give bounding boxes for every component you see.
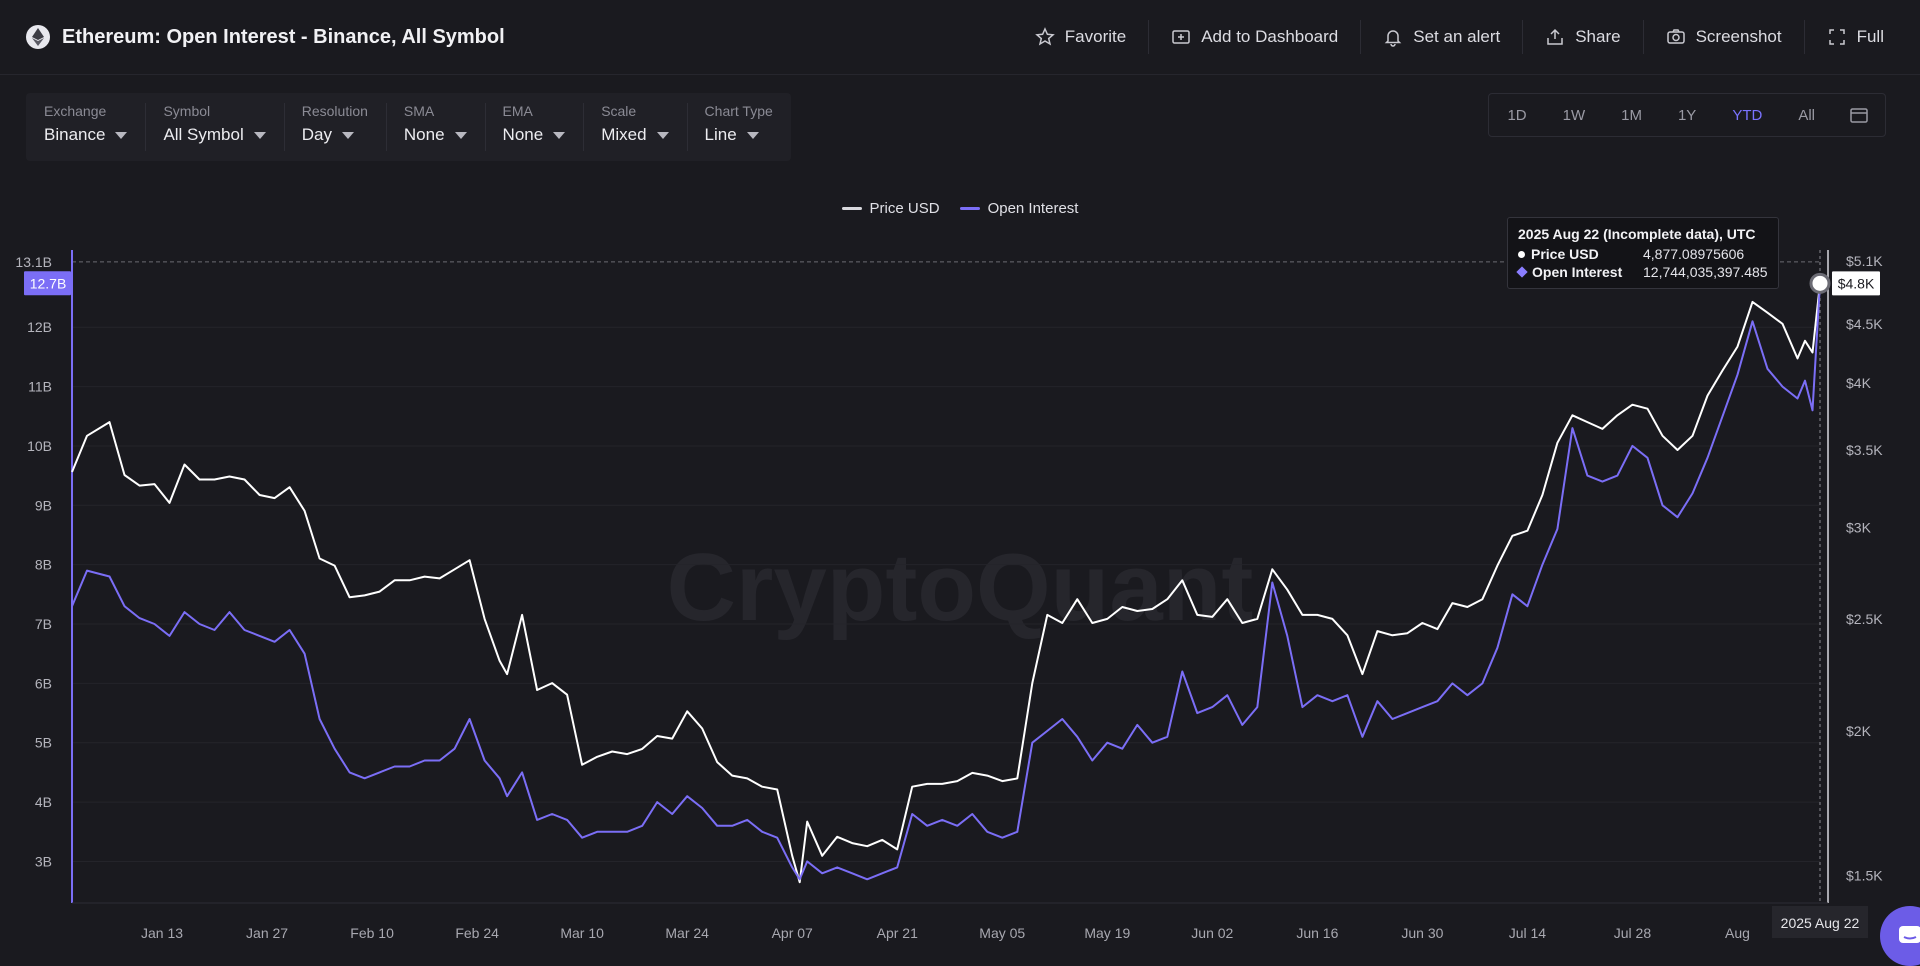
x-axis-tick-label: Jul 28 — [1614, 925, 1652, 941]
right-axis-tick-label: $3.5K — [1846, 442, 1883, 458]
x-axis-tick-label: Aug — [1725, 925, 1750, 941]
left-axis-tick-label: 13.1B — [15, 254, 52, 270]
right-axis-tick-label: $2K — [1846, 723, 1872, 739]
left-axis-tick-label: 3B — [35, 853, 52, 869]
tooltip-oi-value: 12,744,035,397.485 — [1643, 264, 1768, 280]
right-axis-tick-label: $1.5K — [1846, 867, 1883, 883]
x-axis-tick-label: Jan 27 — [246, 925, 288, 941]
price-dot-icon — [1518, 250, 1525, 258]
right-axis-tick-label: $4.5K — [1846, 316, 1883, 332]
tooltip-row-open-interest: Open Interest 12,744,035,397.485 — [1516, 264, 1768, 280]
left-axis-tick-label: 9B — [35, 497, 52, 513]
x-axis-tick-label: Feb 24 — [455, 925, 499, 941]
right-axis-tick-label: $5.1K — [1846, 253, 1883, 269]
left-axis-current-label: 12.7B — [30, 275, 67, 291]
x-axis-tick-label: Jul 14 — [1509, 925, 1547, 941]
crosshair-date-label: 2025 Aug 22 — [1781, 915, 1860, 931]
right-axis-tick-label: $4K — [1846, 375, 1872, 391]
x-axis-tick-label: Jun 16 — [1296, 925, 1338, 941]
left-axis-tick-label: 4B — [35, 794, 52, 810]
right-axis-tick-label: $2.5K — [1846, 611, 1883, 627]
x-axis-tick-label: Jun 02 — [1191, 925, 1233, 941]
left-axis-tick-label: 10B — [27, 438, 52, 454]
left-axis-tick-label: 12B — [27, 319, 52, 335]
right-axis-tick-label: $3K — [1846, 519, 1872, 535]
tooltip-price-label: Price USD — [1531, 246, 1599, 262]
left-axis-tick-label: 8B — [35, 557, 52, 573]
tooltip-oi-label: Open Interest — [1532, 264, 1623, 280]
left-axis-tick-label: 5B — [35, 735, 52, 751]
x-axis-tick-label: May 19 — [1084, 925, 1130, 941]
left-axis-tick-label: 11B — [28, 379, 52, 395]
x-axis-tick-label: Feb 10 — [350, 925, 394, 941]
tooltip-row-price: Price USD 4,877.08975606 — [1518, 246, 1768, 262]
tooltip-price-value: 4,877.08975606 — [1643, 246, 1745, 262]
left-axis-tick-label: 6B — [35, 675, 52, 691]
chart-canvas[interactable]: CryptoQuant 3B 4B 5B 6B 7B 8B 9B 10B 11B 12B 13.1B 1… — [0, 0, 1920, 964]
x-axis-tick-label: Mar 10 — [560, 925, 604, 941]
x-axis-tick-label: Mar 24 — [665, 925, 709, 941]
x-axis-tick-label: Jun 30 — [1401, 925, 1443, 941]
x-axis-tick-label: Apr 07 — [772, 925, 813, 941]
price-hover-marker — [1809, 272, 1831, 294]
left-axis-tick-label: 7B — [35, 616, 52, 632]
chat-icon — [1899, 926, 1920, 943]
chart-tooltip: 2025 Aug 22 (Incomplete data), UTC Price… — [1507, 217, 1779, 289]
right-axis-current-label: $4.8K — [1838, 275, 1875, 291]
x-axis-tick-label: Jan 13 — [141, 925, 183, 941]
x-axis-tick-label: Apr 21 — [877, 925, 918, 941]
open-interest-diamond-icon — [1516, 266, 1528, 278]
watermark-text: CryptoQuant — [667, 534, 1254, 641]
x-axis-tick-label: May 05 — [979, 925, 1025, 941]
tooltip-title: 2025 Aug 22 (Incomplete data), UTC — [1518, 226, 1756, 242]
